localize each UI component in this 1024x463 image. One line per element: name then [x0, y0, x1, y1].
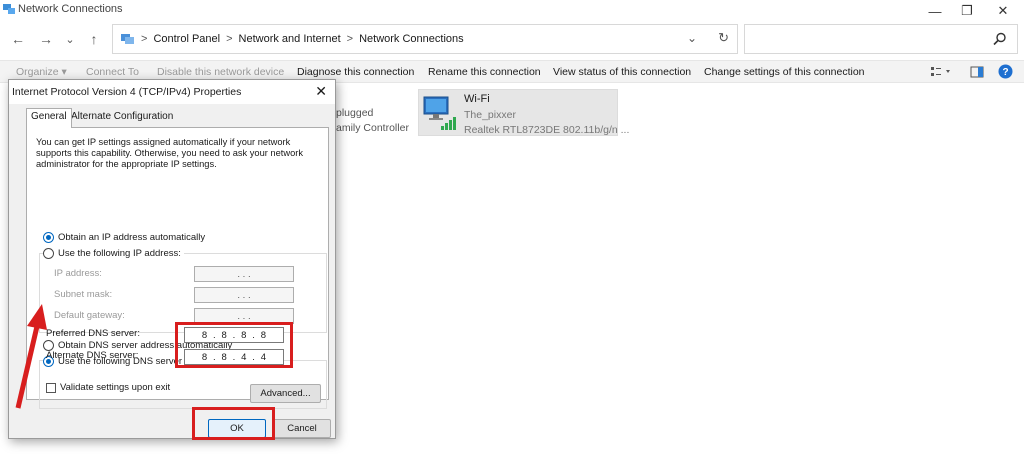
back-arrow-icon: ←: [11, 31, 25, 47]
change-settings-button[interactable]: Change settings of this connection: [704, 66, 865, 78]
control-panel-icon: [121, 34, 134, 44]
view-status-button[interactable]: View status of this connection: [553, 66, 691, 78]
search-input[interactable]: [744, 24, 1018, 54]
address-row: ← → ⌄ ↑ > Control Panel > Network and In…: [0, 22, 1024, 56]
wifi-name: Wi-Fi: [464, 93, 490, 105]
tab-general[interactable]: General: [26, 108, 72, 128]
rename-button[interactable]: Rename this connection: [428, 66, 541, 78]
breadcrumb-separator: >: [141, 33, 148, 45]
annotation-arrow-icon: [15, 304, 47, 409]
cancel-button[interactable]: Cancel: [273, 419, 331, 438]
wifi-connection-item[interactable]: Wi-Fi The_pixxer Realtek RTL8723DE 802.1…: [418, 89, 629, 136]
forward-arrow-icon: →: [39, 31, 53, 47]
ip-address-value: . . .: [237, 268, 251, 280]
default-gateway-value: . . .: [237, 310, 251, 322]
dns-fields-highlight: [175, 322, 293, 368]
connect-to-button[interactable]: Connect To: [86, 66, 139, 78]
diagnose-button[interactable]: Diagnose this connection: [297, 66, 414, 78]
breadcrumb-separator: >: [226, 33, 233, 45]
ip-manual-option[interactable]: Use the following IP address:: [43, 248, 184, 259]
close-window-button[interactable]: ✕: [986, 0, 1020, 22]
refresh-icon[interactable]: ↻: [718, 30, 729, 46]
help-icon[interactable]: ?: [998, 64, 1013, 79]
maximize-button[interactable]: ❐: [950, 0, 984, 22]
organize-menu[interactable]: Organize ▾: [16, 66, 67, 78]
breadcrumb-network-and-internet[interactable]: Network and Internet: [239, 33, 341, 45]
recent-locations-button[interactable]: ⌄: [60, 30, 80, 48]
minimize-icon: —: [928, 3, 942, 19]
forward-button[interactable]: →: [36, 30, 56, 48]
ip-address-label: IP address:: [54, 268, 102, 279]
ip-address-field[interactable]: . . .: [194, 266, 294, 282]
ip-auto-option[interactable]: Obtain an IP address automatically: [43, 232, 205, 243]
dialog-title: Internet Protocol Version 4 (TCP/IPv4) P…: [12, 86, 242, 98]
tab-alternate-configuration[interactable]: Alternate Configuration: [67, 109, 177, 127]
dialog-titlebar: Internet Protocol Version 4 (TCP/IPv4) P…: [9, 80, 335, 104]
ip-manual-radio[interactable]: [43, 248, 54, 259]
ipv4-properties-dialog: Internet Protocol Version 4 (TCP/IPv4) P…: [8, 79, 336, 439]
chevron-down-icon: ⌄: [65, 33, 75, 46]
breadcrumb-control-panel[interactable]: Control Panel: [153, 33, 220, 45]
ip-auto-radio[interactable]: [43, 232, 54, 243]
breadcrumb-network-connections[interactable]: Network Connections: [359, 33, 464, 45]
up-button[interactable]: ↑: [84, 30, 104, 48]
preferred-dns-label: Preferred DNS server:: [46, 328, 140, 339]
subnet-mask-label: Subnet mask:: [54, 289, 113, 300]
validate-option[interactable]: Validate settings upon exit: [46, 382, 170, 393]
subnet-mask-value: . . .: [237, 289, 251, 301]
ethernet-adapter-partial: amily Controller: [336, 122, 409, 134]
up-arrow-icon: ↑: [90, 31, 98, 47]
address-dropdown-icon[interactable]: ⌄: [687, 31, 697, 45]
dialog-close-icon[interactable]: ✕: [315, 83, 327, 100]
default-gateway-label: Default gateway:: [54, 310, 125, 321]
address-bar[interactable]: > Control Panel > Network and Internet >…: [112, 24, 738, 54]
ethernet-status-partial: plugged: [336, 107, 374, 119]
window-titlebar: Network Connections — ❐ ✕: [0, 0, 1024, 22]
preview-pane-icon[interactable]: [970, 65, 984, 79]
advanced-button[interactable]: Advanced...: [250, 384, 321, 403]
validate-label: Validate settings upon exit: [60, 382, 171, 393]
search-icon: [993, 32, 1006, 46]
wifi-adapter: Realtek RTL8723DE 802.11b/g/n ...: [464, 124, 630, 136]
ok-button-highlight: [192, 407, 275, 440]
alternate-dns-label: Alternate DNS server:: [46, 350, 139, 361]
breadcrumb-separator: >: [346, 33, 354, 45]
disable-device-button[interactable]: Disable this network device: [157, 66, 284, 78]
view-options-icon[interactable]: [930, 65, 952, 79]
window-title: Network Connections: [18, 3, 123, 15]
ip-auto-label: Obtain an IP address automatically: [58, 232, 206, 243]
ip-manual-label: Use the following IP address:: [58, 248, 181, 259]
minimize-button[interactable]: —: [918, 0, 952, 22]
network-connections-icon: [3, 4, 15, 14]
dialog-description: You can get IP settings assigned automat…: [36, 137, 303, 169]
wifi-adapter-icon: [423, 96, 456, 130]
back-button[interactable]: ←: [8, 30, 28, 48]
breadcrumb: > Control Panel > Network and Internet >…: [121, 33, 464, 45]
wifi-ssid: The_pixxer: [464, 109, 516, 121]
subnet-mask-field[interactable]: . . .: [194, 287, 294, 303]
maximize-icon: ❐: [961, 3, 973, 18]
close-icon: ✕: [997, 3, 1009, 18]
svg-text:?: ?: [1002, 67, 1008, 78]
